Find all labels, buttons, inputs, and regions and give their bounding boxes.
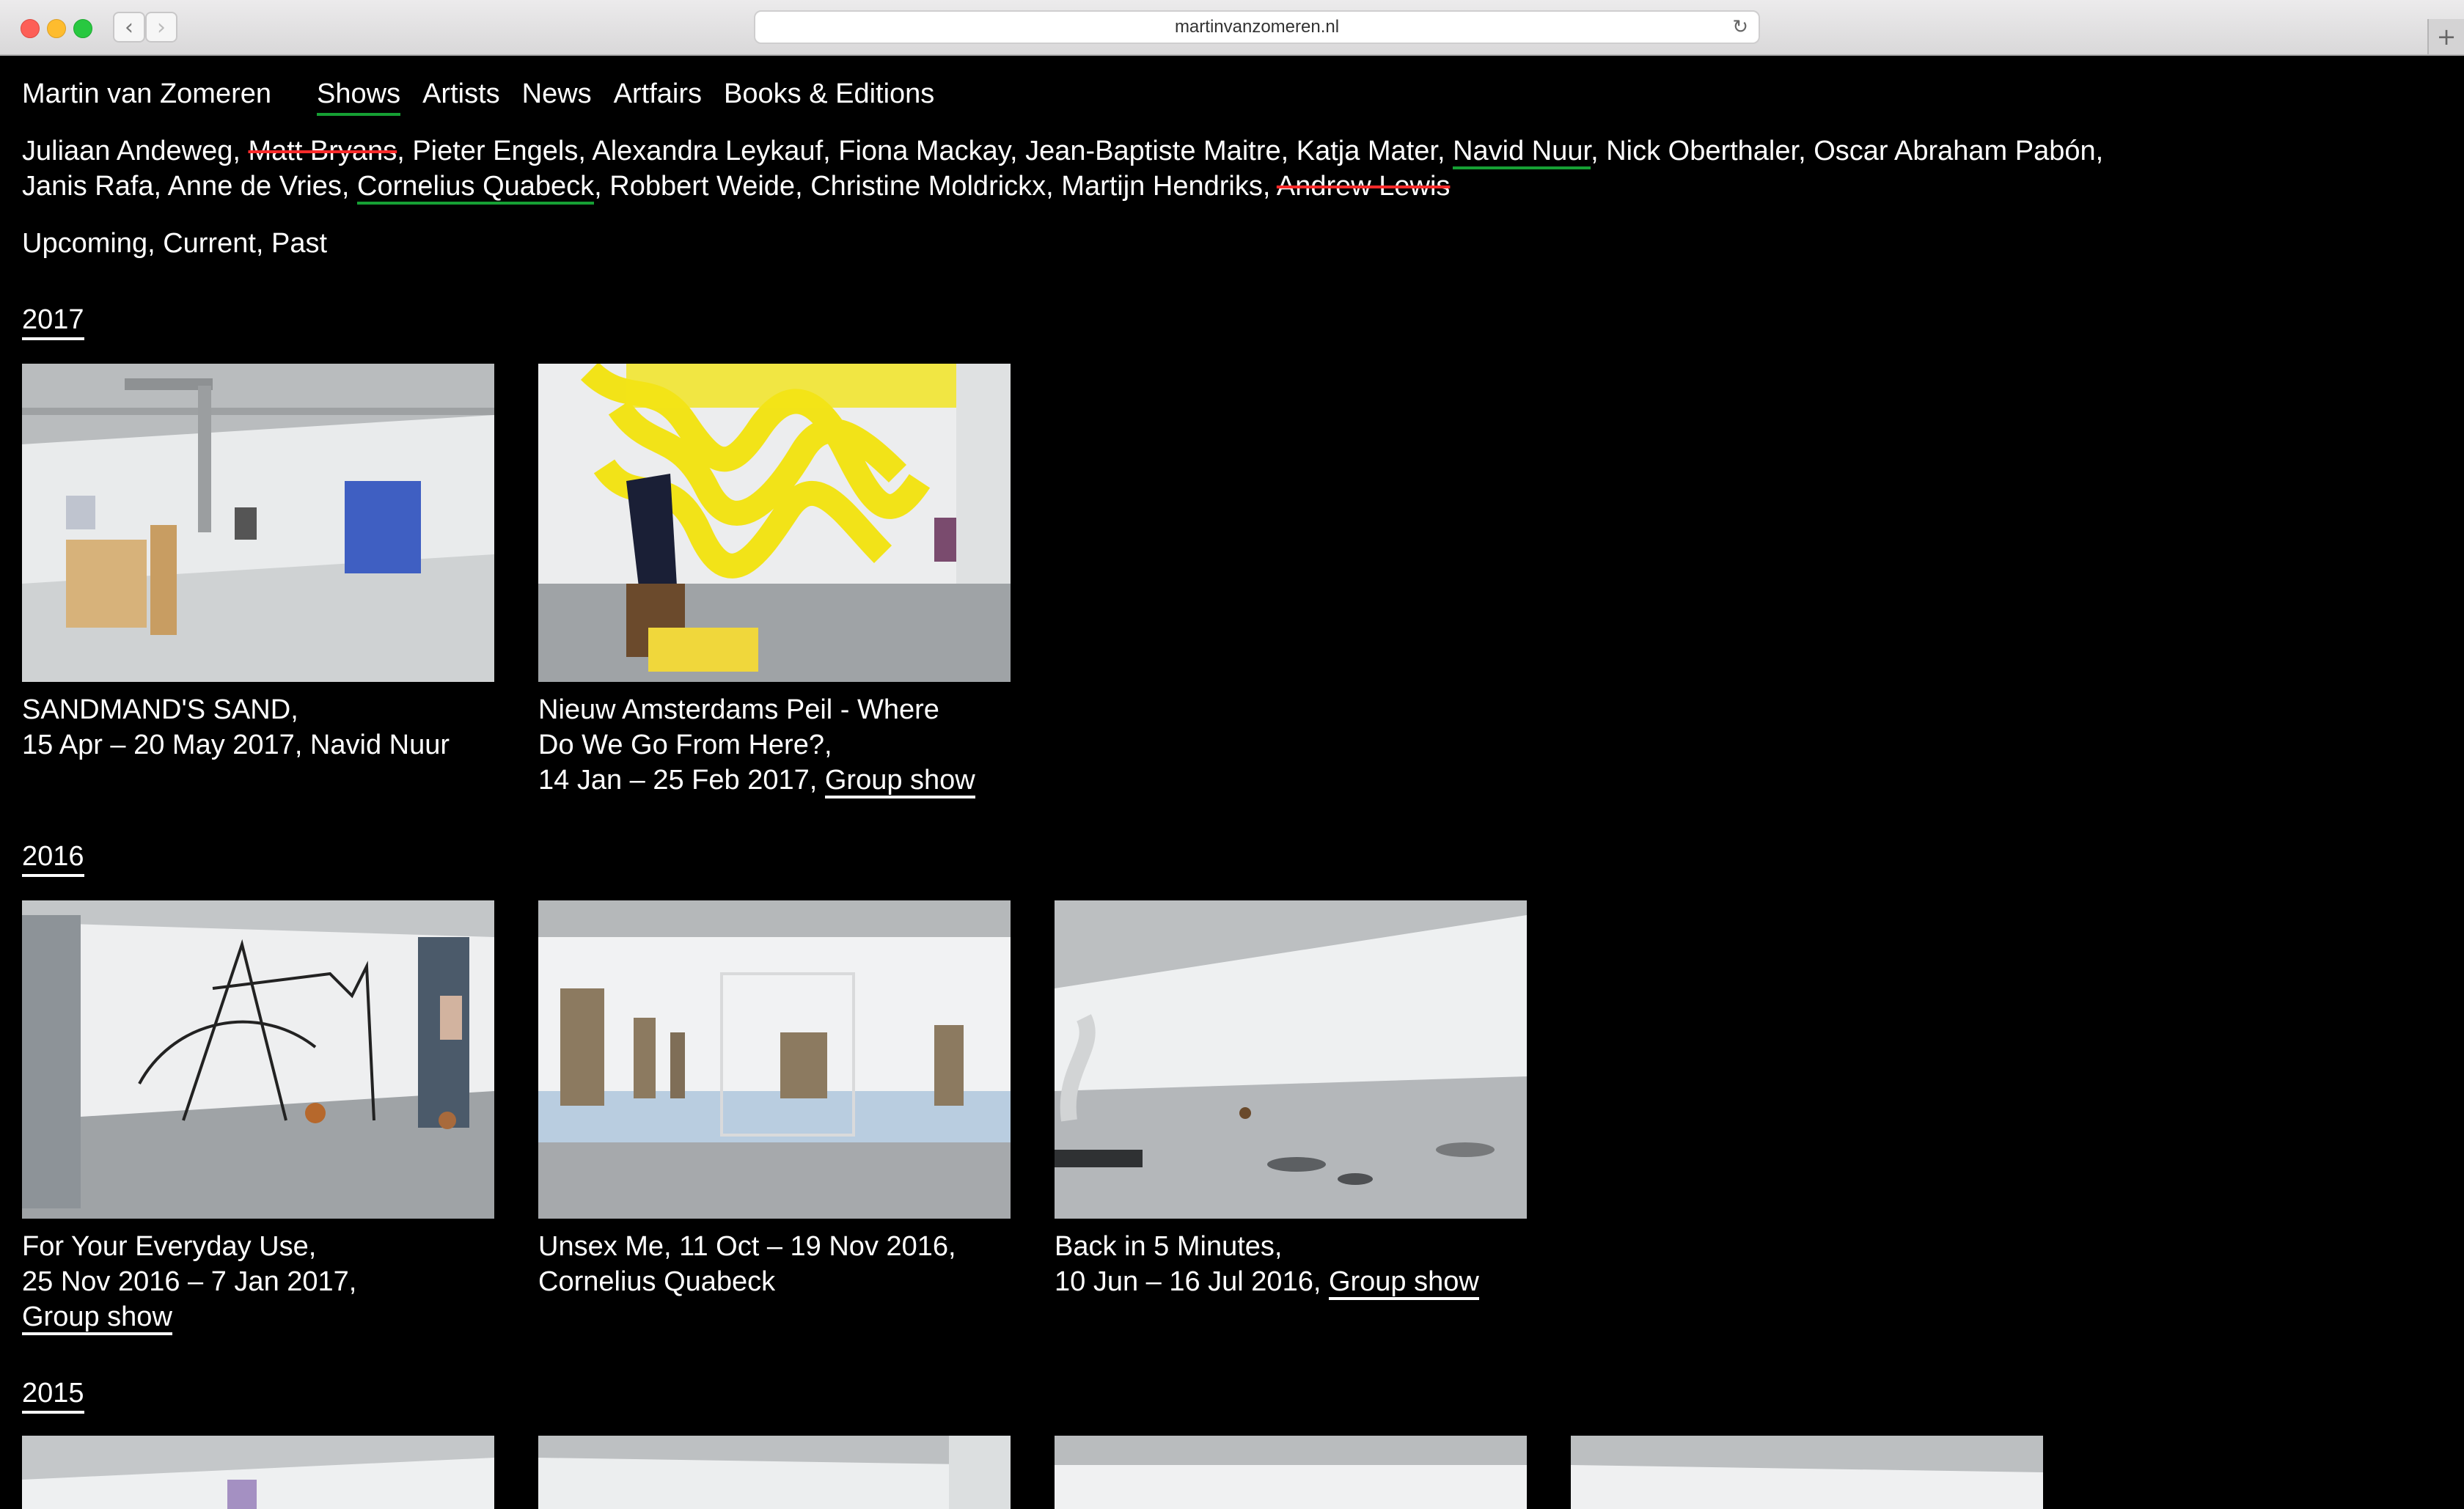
artist-separator: , (1280, 136, 1297, 166)
chevron-right-icon: › (157, 14, 166, 40)
show-card[interactable]: For Your Everyday Use, 25 Nov 2016 – 7 J… (22, 900, 494, 1335)
artist-separator: , (341, 171, 357, 202)
exhibition-photo[interactable] (1055, 1436, 1527, 1509)
url-text: martinvanzomeren.nl (1174, 17, 1340, 37)
show-card[interactable]: SANDMAND'S SAND, 15 Apr – 20 May 2017, N… (22, 364, 494, 763)
artist-separator: , (397, 136, 413, 166)
artist-separator: , (153, 171, 168, 202)
nav-shows[interactable]: Shows (317, 76, 401, 116)
back-button[interactable]: ‹ (113, 12, 145, 43)
show-title: Unsex Me, 11 Oct – 19 Nov 2016, (538, 1231, 956, 1262)
artist-filter-list: Juliaan Andeweg, Matt Bryans, Pieter Eng… (22, 133, 2103, 205)
minimize-window-button[interactable] (47, 19, 66, 38)
year-heading-2015[interactable]: 2015 (22, 1376, 84, 1414)
artist-separator: , (1798, 136, 1814, 166)
show-title: Back in 5 Minutes, (1055, 1231, 1283, 1262)
show-dates-artist: 15 Apr – 20 May 2017, Navid Nuur (22, 730, 450, 760)
group-show-link[interactable]: Group show (824, 765, 975, 798)
show-card[interactable] (538, 1436, 1011, 1509)
show-caption[interactable]: SANDMAND'S SAND, 15 Apr – 20 May 2017, N… (22, 692, 494, 763)
artist-separator: , (2095, 136, 2104, 166)
address-bar[interactable]: martinvanzomeren.nl ↻ (754, 10, 1760, 44)
artist-link[interactable]: Pieter Engels (412, 136, 578, 166)
exhibition-photo[interactable] (22, 900, 494, 1219)
artist-list-line: Janis Rafa, Anne de Vries, Cornelius Qua… (22, 169, 2103, 205)
show-title: SANDMAND'S SAND, (22, 694, 298, 725)
artist-separator: , (578, 136, 593, 166)
artist-link[interactable]: Christine Moldrickx (810, 171, 1046, 202)
artist-separator: , (1046, 171, 1062, 202)
exhibition-photo[interactable] (538, 364, 1011, 682)
nav-artfairs[interactable]: Artfairs (614, 76, 702, 116)
show-title: For Your Everyday Use, (22, 1231, 317, 1262)
year-heading-2017[interactable]: 2017 (22, 302, 84, 340)
zoom-window-button[interactable] (73, 19, 92, 38)
time-filter[interactable]: Upcoming, Current, Past (22, 226, 327, 261)
show-dates: 10 Jun – 16 Jul 2016, (1055, 1266, 1329, 1297)
show-caption[interactable]: For Your Everyday Use, 25 Nov 2016 – 7 J… (22, 1229, 494, 1335)
close-window-button[interactable] (21, 19, 40, 38)
artist-separator: , (594, 171, 610, 202)
show-card[interactable] (1055, 1436, 1527, 1509)
artist-link[interactable]: Martijn Hendriks (1061, 171, 1263, 202)
artist-link[interactable]: Oscar Abraham Pabón (1814, 136, 2095, 166)
artist-link[interactable]: Navid Nuur (1453, 136, 1591, 169)
artist-separator: , (1009, 136, 1026, 166)
artist-list-line: Juliaan Andeweg, Matt Bryans, Pieter Eng… (22, 133, 2103, 169)
show-card[interactable]: Unsex Me, 11 Oct – 19 Nov 2016, Corneliu… (538, 900, 1011, 1299)
artist-link[interactable]: Andrew Lewis (1277, 171, 1451, 202)
group-show-link[interactable]: Group show (1328, 1266, 1479, 1300)
artist-separator: , (1437, 136, 1453, 166)
artist-separator: , (1591, 136, 1607, 166)
artist-link[interactable]: Cornelius Quabeck (357, 171, 595, 205)
show-caption[interactable]: Unsex Me, 11 Oct – 19 Nov 2016, Corneliu… (538, 1229, 1011, 1299)
show-card[interactable] (1571, 1436, 2043, 1509)
artist-separator: , (232, 136, 249, 166)
show-card[interactable]: Back in 5 Minutes, 10 Jun – 16 Jul 2016,… (1055, 900, 1527, 1300)
nav-books-editions[interactable]: Books & Editions (724, 76, 934, 116)
forward-button[interactable]: › (145, 12, 177, 43)
artist-separator: , (823, 136, 839, 166)
artist-link[interactable]: Katja Mater (1297, 136, 1437, 166)
nav-news[interactable]: News (522, 76, 592, 116)
exhibition-photo[interactable] (22, 1436, 494, 1509)
site-brand[interactable]: Martin van Zomeren (22, 76, 271, 116)
group-show-link[interactable]: Group show (22, 1301, 172, 1335)
show-title: Nieuw Amsterdams Peil - Where (538, 694, 939, 725)
plus-icon: + (2436, 23, 2457, 51)
main-navigation: Martin van Zomeren Shows Artists News Ar… (22, 76, 956, 116)
artist-separator: , (1262, 171, 1277, 202)
show-dates: 14 Jan – 25 Feb 2017, (538, 765, 825, 796)
artist-link[interactable]: Matt Bryans (248, 136, 397, 166)
exhibition-photo[interactable] (538, 900, 1011, 1219)
chevron-left-icon: ‹ (125, 14, 133, 40)
artist-link[interactable]: Juliaan Andeweg (22, 136, 232, 166)
new-tab-button[interactable]: + (2427, 19, 2464, 54)
artist-link[interactable]: Alexandra Leykauf (592, 136, 823, 166)
show-title-continued: Do We Go From Here?, (538, 730, 832, 760)
artist-link[interactable]: Robbert Weide (609, 171, 795, 202)
artist-separator: , (795, 171, 811, 202)
artist-link[interactable]: Fiona Mackay (838, 136, 1010, 166)
year-heading-2016[interactable]: 2016 (22, 839, 84, 877)
artist-link[interactable]: Anne de Vries (168, 171, 342, 202)
exhibition-photo[interactable] (538, 1436, 1011, 1509)
show-card[interactable] (22, 1436, 494, 1509)
show-dates: 25 Nov 2016 – 7 Jan 2017, (22, 1266, 357, 1297)
show-card[interactable]: Nieuw Amsterdams Peil - Where Do We Go F… (538, 364, 1011, 798)
show-artist: Cornelius Quabeck (538, 1266, 776, 1297)
artist-link[interactable]: Jean-Baptiste Maitre (1025, 136, 1281, 166)
exhibition-photo[interactable] (1055, 900, 1527, 1219)
show-caption[interactable]: Nieuw Amsterdams Peil - Where Do We Go F… (538, 692, 1011, 798)
exhibition-photo[interactable] (1571, 1436, 2043, 1509)
exhibition-photo[interactable] (22, 364, 494, 682)
browser-toolbar: ‹ › martinvanzomeren.nl ↻ + (0, 0, 2464, 56)
show-caption[interactable]: Back in 5 Minutes, 10 Jun – 16 Jul 2016,… (1055, 1229, 1527, 1300)
show-dates-line: 14 Jan – 25 Feb 2017, Group show (538, 763, 1011, 798)
artist-link[interactable]: Janis Rafa (22, 171, 154, 202)
nav-artists[interactable]: Artists (422, 76, 500, 116)
artist-link[interactable]: Nick Oberthaler (1606, 136, 1798, 166)
reload-icon[interactable]: ↻ (1732, 16, 1748, 38)
